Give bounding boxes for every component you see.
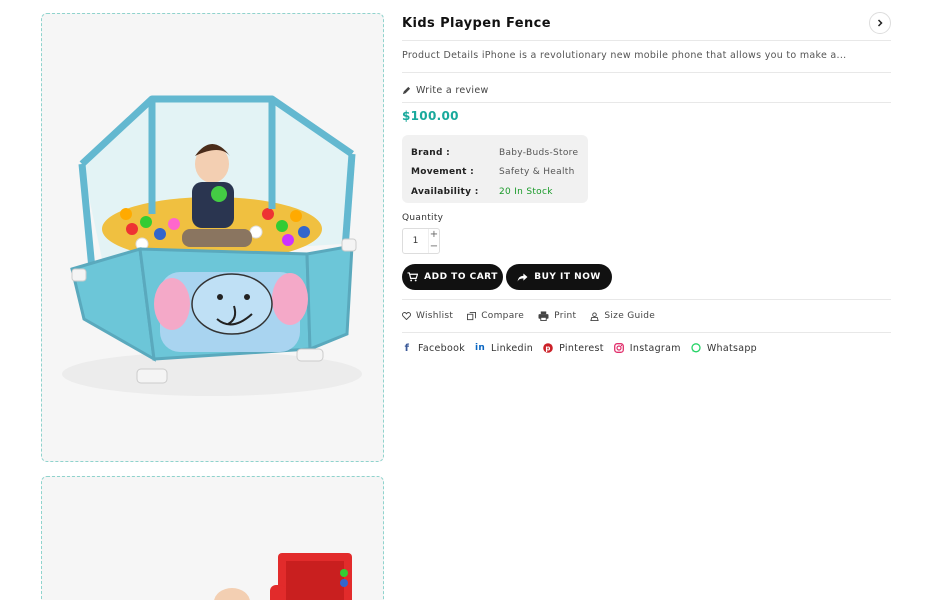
playpen-image-alt bbox=[214, 553, 352, 600]
product-actions: Wishlist Compare Print Size Guide bbox=[402, 299, 891, 333]
product-price: $100.00 bbox=[402, 109, 459, 123]
quantity-increase-button[interactable]: + bbox=[429, 229, 439, 241]
info-label: Availability : bbox=[411, 186, 479, 197]
cart-icon bbox=[407, 272, 419, 282]
chevron-right-icon bbox=[877, 19, 883, 27]
quantity-label: Quantity bbox=[402, 213, 444, 223]
info-availability: Availability : 20 In Stock bbox=[411, 182, 588, 202]
quantity-steppers: + − bbox=[428, 229, 439, 253]
share-facebook[interactable]: f Facebook bbox=[402, 343, 465, 354]
quantity-decrease-button[interactable]: − bbox=[429, 241, 439, 253]
playpen-image bbox=[62, 95, 362, 396]
quantity-input[interactable]: 1 bbox=[403, 229, 428, 253]
review-row: Write a review bbox=[402, 80, 891, 103]
product-info-box: Brand : Baby-Buds-Store Movement : Safet… bbox=[402, 135, 588, 203]
pinterest-icon: p bbox=[543, 343, 553, 353]
whatsapp-icon bbox=[691, 343, 701, 353]
wishlist-link[interactable]: Wishlist bbox=[402, 311, 453, 321]
compare-link[interactable]: Compare bbox=[467, 311, 524, 321]
pinterest-label: Pinterest bbox=[559, 342, 604, 354]
info-brand: Brand : Baby-Buds-Store bbox=[411, 143, 588, 163]
info-movement: Movement : Safety & Health bbox=[411, 163, 588, 183]
size-guide-label: Size Guide bbox=[604, 311, 656, 321]
share-whatsapp[interactable]: Whatsapp bbox=[691, 343, 757, 354]
compare-label: Compare bbox=[481, 311, 525, 321]
instagram-icon bbox=[613, 343, 624, 353]
share-arrow-icon bbox=[517, 272, 528, 282]
product-image-main[interactable] bbox=[41, 13, 384, 462]
pencil-icon bbox=[402, 86, 411, 95]
print-link[interactable]: Print bbox=[538, 311, 576, 321]
share-pinterest[interactable]: p Pinterest bbox=[543, 343, 604, 354]
add-to-cart-label: ADD TO CART bbox=[424, 272, 498, 282]
linkedin-label: Linkedin bbox=[491, 342, 534, 354]
whatsapp-label: Whatsapp bbox=[706, 342, 758, 354]
facebook-label: Facebook bbox=[418, 342, 466, 354]
share-instagram[interactable]: Instagram bbox=[613, 342, 681, 354]
size-guide-icon bbox=[590, 311, 600, 321]
info-value: Baby-Buds-Store bbox=[499, 147, 579, 158]
next-product-button[interactable] bbox=[869, 12, 891, 34]
print-icon bbox=[538, 311, 549, 321]
write-review-link[interactable]: Write a review bbox=[402, 85, 489, 96]
title-row: Kids Playpen Fence bbox=[402, 12, 891, 41]
product-title: Kids Playpen Fence bbox=[402, 16, 551, 31]
compare-icon bbox=[467, 311, 477, 320]
add-to-cart-button[interactable]: ADD TO CART bbox=[402, 264, 503, 290]
quantity-stepper: 1 + − bbox=[402, 228, 440, 254]
social-share: f Facebook in Linkedin p Pinterest Insta… bbox=[402, 340, 767, 356]
buy-now-label: BUY IT NOW bbox=[534, 272, 601, 282]
description-row: Product Details iPhone is a revolutionar… bbox=[402, 50, 891, 73]
stock-status: 20 In Stock bbox=[499, 186, 553, 197]
write-review-label: Write a review bbox=[416, 85, 489, 96]
print-label: Print bbox=[554, 311, 577, 321]
product-description: Product Details iPhone is a revolutionar… bbox=[402, 50, 847, 61]
size-guide-link[interactable]: Size Guide bbox=[590, 311, 655, 321]
wishlist-label: Wishlist bbox=[416, 311, 454, 321]
facebook-icon: f bbox=[404, 342, 410, 354]
heart-icon bbox=[402, 312, 411, 320]
info-value: Safety & Health bbox=[499, 167, 575, 178]
share-linkedin[interactable]: in Linkedin bbox=[475, 343, 533, 354]
info-label: Brand : bbox=[411, 147, 451, 158]
product-image-thumbnail[interactable] bbox=[41, 476, 384, 600]
buy-now-button[interactable]: BUY IT NOW bbox=[506, 264, 612, 290]
info-label: Movement : bbox=[411, 167, 475, 178]
instagram-label: Instagram bbox=[629, 342, 681, 354]
linkedin-icon: in bbox=[475, 343, 486, 353]
svg-text:p: p bbox=[545, 345, 550, 353]
